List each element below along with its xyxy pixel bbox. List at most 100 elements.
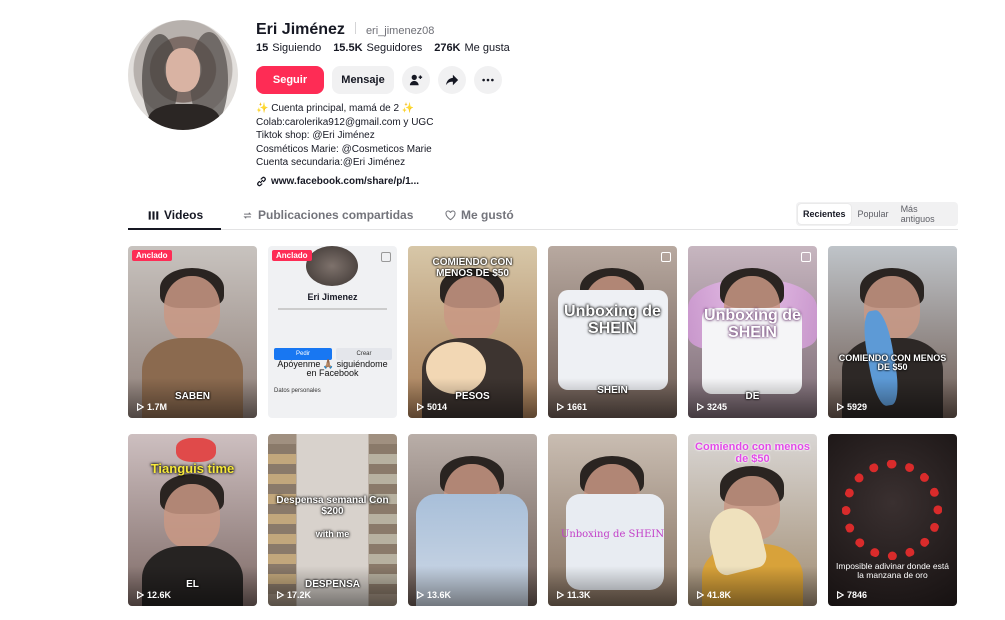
video-views: 17.2K — [276, 590, 311, 600]
video-overlay-text: Unboxing de SHEIN — [564, 303, 661, 337]
video-caption: DE — [745, 391, 760, 402]
sort-control: Recientes Popular Más antiguos — [796, 202, 958, 226]
video-card[interactable]: Tianguis time EL 12.6K — [128, 434, 257, 606]
play-icon — [697, 403, 704, 411]
thumb-shade — [408, 566, 537, 606]
play-icon — [277, 591, 284, 599]
video-views: 1661 — [556, 402, 587, 412]
stat-followers-value: 15.5K — [333, 42, 363, 54]
video-overlay-text: Despensa semanal Con $200 — [276, 495, 389, 517]
share-button[interactable] — [438, 66, 466, 94]
video-card[interactable]: Unboxing de SHEIN SHEIN 1661 — [548, 246, 677, 418]
video-caption: EL — [186, 579, 199, 590]
video-views-count: 7846 — [847, 590, 868, 600]
video-card[interactable]: Unboxing de SHEIN 11.3K — [548, 434, 677, 606]
profile-name: Eri Jiménez — [256, 21, 345, 38]
avatar-shirt — [148, 104, 220, 130]
bio-line: Tiktok shop: @Eri Jiménez — [256, 130, 375, 142]
video-card[interactable]: Imposible adivinar donde está la manzana… — [828, 434, 957, 606]
sort-popular[interactable]: Popular — [853, 204, 894, 224]
bio-line: Cosméticos Marie: @Cosmeticos Marie — [256, 143, 432, 155]
video-card[interactable]: Anclado SABEN 1.7M — [128, 246, 257, 418]
video-views: 1.7M — [136, 402, 167, 412]
profile-stats: 15 Siguiendo 15.5K Seguidores 276K Me gusta — [256, 42, 510, 54]
avatar-face — [166, 48, 200, 92]
stat-likes: 276K Me gusta — [434, 42, 510, 54]
thumb-figure — [164, 484, 220, 548]
video-caption: DESPENSA — [304, 579, 360, 590]
stat-following-label: Siguiendo — [272, 42, 322, 54]
link-icon — [257, 176, 266, 187]
repost-icon — [243, 211, 252, 219]
carousel-icon — [661, 252, 671, 262]
video-views: 3245 — [696, 402, 727, 412]
thumb-shade — [548, 566, 677, 606]
carousel-icon — [801, 252, 811, 262]
stat-followers-label: Seguidores — [366, 42, 423, 54]
video-views: 41.8K — [696, 590, 731, 600]
video-views-count: 12.6K — [147, 590, 172, 600]
video-card[interactable]: Despensa semanal Con $200 with me DESPEN… — [268, 434, 397, 606]
stat-likes-value: 276K — [434, 42, 461, 54]
play-icon — [137, 591, 144, 599]
follow-button[interactable]: Seguir — [256, 66, 324, 94]
add-friend-button[interactable] — [402, 66, 430, 94]
profile-name-row: Eri Jiménez eri_jimenez08 — [256, 21, 434, 39]
video-card[interactable]: COMIENDO CON MENOS DE $50 PESOS 5014 — [408, 246, 537, 418]
video-overlay-text: Imposible adivinar donde está la manzana… — [836, 561, 949, 580]
thumb-shade — [688, 566, 817, 606]
tab-liked[interactable]: Me gustó — [445, 208, 514, 222]
video-card[interactable]: 13.6K — [408, 434, 537, 606]
video-card[interactable]: Eri Jimenez Pedir Crear Apóyenme 🙏🏽 sigu… — [268, 246, 397, 418]
fb-divider — [278, 308, 387, 310]
tab-liked-label: Me gustó — [461, 208, 514, 222]
video-views: 11.3K — [556, 590, 591, 600]
video-views: 5014 — [416, 402, 447, 412]
play-icon — [697, 591, 704, 599]
video-views-count: 41.8K — [707, 590, 732, 600]
video-caption: PESOS — [455, 391, 490, 402]
pinned-badge: Anclado — [132, 250, 172, 261]
video-overlay-text: Tianguis time — [150, 461, 235, 476]
message-button[interactable]: Mensaje — [332, 66, 394, 94]
sort-oldest[interactable]: Más antiguos — [896, 204, 956, 224]
play-icon — [137, 403, 144, 411]
stat-following-value: 15 — [256, 42, 269, 54]
video-overlay-text: Unboxing de SHEIN — [560, 529, 665, 540]
video-overlay-text: Unboxing de SHEIN — [704, 307, 801, 341]
bio-line: Colab:carolerika912@gmail.com y UGC — [256, 116, 434, 128]
bio-line: ✨ Cuenta principal, mamá de 2 ✨ — [256, 103, 415, 114]
active-tab-indicator — [128, 228, 221, 230]
share-icon — [445, 74, 459, 86]
thumb-apples — [842, 460, 942, 560]
tab-videos[interactable]: Videos — [148, 208, 203, 222]
stat-followers[interactable]: 15.5K Seguidores — [333, 42, 422, 54]
more-options-button[interactable] — [474, 66, 502, 94]
play-icon — [417, 591, 424, 599]
video-views: 7846 — [836, 590, 867, 600]
video-card[interactable]: Unboxing de SHEIN DE 3245 — [688, 246, 817, 418]
video-views: 12.6K — [136, 590, 171, 600]
profile-link[interactable]: www.facebook.com/share/p/1... — [256, 176, 419, 187]
stat-following[interactable]: 15 Siguiendo — [256, 42, 321, 54]
video-overlay-text: COMIENDO CON MENOS DE $50 — [432, 257, 513, 279]
profile-handle: eri_jimenez08 — [365, 25, 435, 37]
video-card[interactable]: Comiendo con menos de $50 41.8K — [688, 434, 817, 606]
sort-recent[interactable]: Recientes — [798, 204, 851, 224]
heart-outline-icon — [445, 210, 456, 220]
video-views-count: 1.7M — [147, 402, 168, 412]
video-caption: SHEIN — [597, 385, 628, 396]
thumb-figure — [444, 276, 500, 340]
thumb-flower — [176, 438, 216, 462]
video-overlay-text: COMIENDO CON MENOS DE $50 — [838, 353, 947, 373]
video-views-count: 13.6K — [427, 590, 452, 600]
video-views: 13.6K — [416, 590, 451, 600]
thumb-shade — [828, 378, 957, 418]
profile-link-text: www.facebook.com/share/p/1... — [271, 176, 420, 187]
tab-shared-posts[interactable]: Publicaciones compartidas — [242, 208, 413, 222]
profile-avatar[interactable] — [128, 20, 238, 130]
video-card[interactable]: COMIENDO CON MENOS DE $50 5929 — [828, 246, 957, 418]
video-views-count: 5929 — [847, 402, 868, 412]
play-icon — [557, 591, 564, 599]
carousel-icon — [381, 252, 391, 262]
